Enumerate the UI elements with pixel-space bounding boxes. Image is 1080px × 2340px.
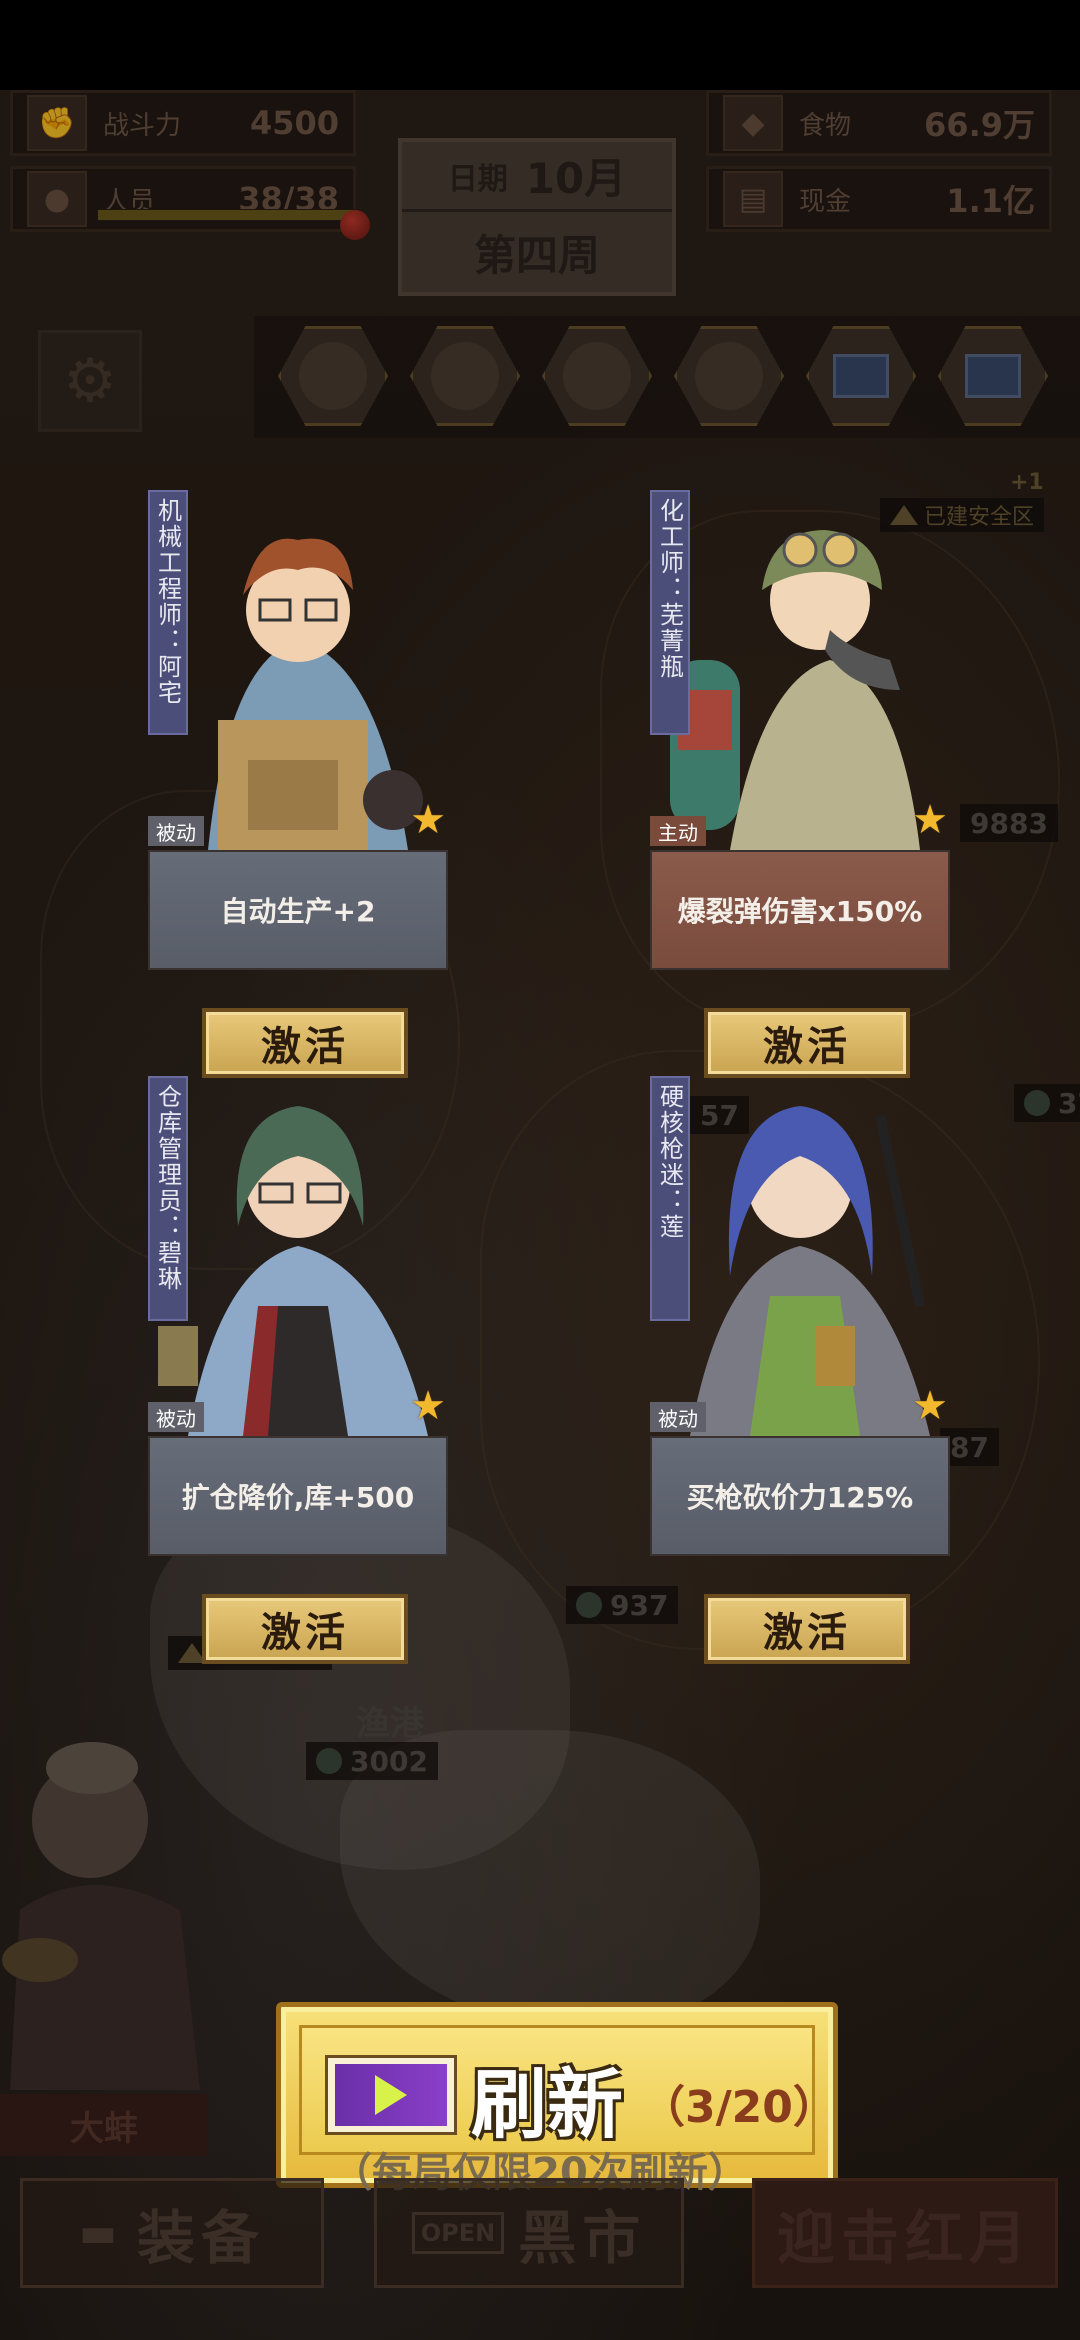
- plus-badge: +1: [1010, 470, 1044, 495]
- harbor-label: 渔港: [356, 1704, 424, 1744]
- masked-face-icon: [299, 342, 367, 410]
- hero-avatar-4[interactable]: [674, 326, 784, 426]
- play-icon: [375, 2075, 407, 2115]
- chef-character: [2, 1742, 200, 2090]
- food-stat[interactable]: ◆ 食物 66.9万: [706, 90, 1052, 156]
- character-name: 仓库管理员：碧琳: [148, 1076, 188, 1321]
- game-screen: ✊ 战斗力 4500 ● 人员 38/38 日期 10月 第四周 ◆ 食物 66…: [0, 90, 1080, 2340]
- hero-avatar-2[interactable]: [410, 326, 520, 426]
- hero-avatar-3[interactable]: [542, 326, 652, 426]
- cash-value: 1.1亿: [946, 182, 1035, 220]
- date-label: 日期: [447, 161, 508, 197]
- skill-description: 爆裂弹伤害x150%: [650, 850, 950, 970]
- power-value: 4500: [249, 104, 339, 142]
- star-icon: ★: [912, 1383, 948, 1429]
- book-icon: [833, 354, 889, 398]
- person-icon: ●: [27, 171, 87, 227]
- cash-stat[interactable]: ▤ 现金 1.1亿: [706, 166, 1052, 232]
- equipment-button[interactable]: ▬ 装备: [20, 2178, 324, 2288]
- face-icon: [563, 342, 631, 410]
- skill-book-1[interactable]: [806, 326, 916, 426]
- video-ad-icon: [325, 2055, 457, 2135]
- activate-button[interactable]: 激活: [704, 1008, 910, 1078]
- fist-icon: ✊: [27, 95, 87, 151]
- refresh-label: 刷新: [471, 2060, 623, 2149]
- raid-red-moon-button[interactable]: 迎击红月: [752, 2178, 1058, 2288]
- character-card: 硬核枪迷：莲 被动 ★ 买枪砍价力125% 激活: [650, 1076, 950, 1664]
- warehouse-manager-portrait: [158, 1106, 428, 1436]
- skill-description: 买枪砍价力125%: [650, 1436, 950, 1556]
- month-value: 10月: [525, 154, 627, 203]
- character-name: 硬核枪迷：莲: [650, 1076, 690, 1321]
- power-label: 战斗力: [103, 110, 182, 141]
- staff-bar-fill: [98, 210, 358, 220]
- character-name: 机械工程师：阿宅: [148, 490, 188, 735]
- book-icon: [965, 354, 1021, 398]
- food-value: 66.9万: [924, 106, 1035, 144]
- hero-avatar-row: [254, 316, 1080, 438]
- cash-label: 现金: [799, 186, 852, 217]
- hero-avatar-1[interactable]: [278, 326, 388, 426]
- refresh-count: （3/20）: [641, 2082, 837, 2133]
- character-card: 化工师：芜菁瓶 主动 ★ 爆裂弹伤害x150% 激活: [650, 490, 950, 1078]
- activate-button[interactable]: 激活: [202, 1594, 408, 1664]
- face-icon: [695, 342, 763, 410]
- character-name: 化工师：芜菁瓶: [650, 490, 690, 735]
- skill-type-tag: 被动: [148, 1402, 204, 1432]
- status-bar: [0, 0, 1080, 90]
- gun-fan-portrait: [690, 1106, 930, 1436]
- settings-gear-icon[interactable]: ⚙: [38, 330, 142, 432]
- character-card: 机械工程师：阿宅 被动 ★ 自动生产+2 激活: [148, 490, 448, 1078]
- chemist-portrait: [670, 530, 920, 850]
- character-card: 仓库管理员：碧琳 被动 ★ 扩仓降价,库+500 激活: [148, 1076, 448, 1664]
- map-node-count[interactable]: 3002: [306, 1742, 438, 1780]
- date-panel: 日期 10月 第四周: [398, 138, 676, 296]
- face-icon: [431, 342, 499, 410]
- skill-description: 自动生产+2: [148, 850, 448, 970]
- skill-book-2[interactable]: [938, 326, 1048, 426]
- star-icon: ★: [912, 797, 948, 843]
- food-label: 食物: [799, 110, 852, 141]
- activate-button[interactable]: 激活: [202, 1008, 408, 1078]
- map-node-count[interactable]: 37: [1014, 1084, 1080, 1122]
- equipment-label: 装备: [136, 2204, 265, 2272]
- black-market-button[interactable]: OPEN 黑市: [374, 2178, 684, 2288]
- skill-type-tag: 被动: [650, 1402, 706, 1432]
- power-stat[interactable]: ✊ 战斗力 4500: [10, 90, 356, 156]
- meat-icon: ◆: [723, 95, 783, 151]
- map-node-count[interactable]: 9883: [960, 804, 1058, 842]
- raid-label: 迎击红月: [776, 2204, 1033, 2272]
- money-icon: ▤: [723, 171, 783, 227]
- staff-stat[interactable]: ● 人员 38/38: [10, 166, 359, 232]
- skill-type-tag: 被动: [148, 816, 204, 846]
- skill-description: 扩仓降价,库+500: [148, 1436, 448, 1556]
- week-value: 第四周: [473, 230, 600, 280]
- activate-button[interactable]: 激活: [704, 1594, 910, 1664]
- star-icon: ★: [410, 1383, 446, 1429]
- notification-dot: [340, 210, 370, 240]
- open-sign-icon: OPEN: [411, 2212, 505, 2254]
- rifle-icon: ▬: [79, 2210, 123, 2256]
- star-icon: ★: [410, 797, 446, 843]
- skill-type-tag: 主动: [650, 816, 706, 846]
- black-market-label: 黑市: [518, 2204, 647, 2272]
- staff-bar: [97, 209, 359, 221]
- engineer-portrait: [208, 538, 423, 850]
